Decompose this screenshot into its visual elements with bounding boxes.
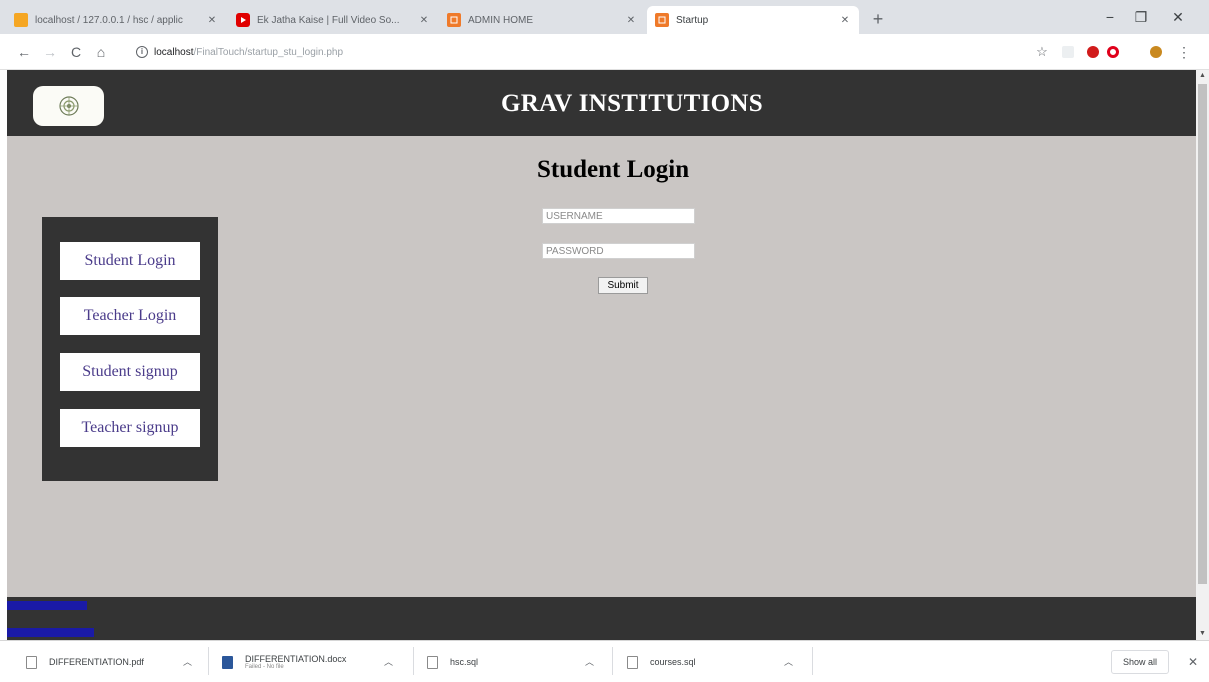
divider [208,647,209,675]
download-filename: courses.sql [650,657,696,667]
minimize-button[interactable]: − [1095,6,1125,28]
footer-link[interactable] [7,601,87,610]
adblock-extension-icon[interactable] [1087,46,1099,58]
sidebar-item-student-login[interactable]: Student Login [60,242,200,280]
tab-title: Startup [676,14,709,26]
sidebar-nav: Student Login Teacher Login Student sign… [42,217,218,481]
browser-tab-admin-home[interactable]: ADMIN HOME ✕ [439,6,645,34]
chevron-up-icon[interactable]: ︿ [384,649,393,675]
browser-tab-youtube[interactable]: Ek Jatha Kaise | Full Video So... ✕ [228,6,438,34]
profile-avatar[interactable] [1150,46,1162,58]
maximize-button[interactable]: ❐ [1126,6,1156,28]
download-filename: DIFFERENTIATION.pdf [49,657,144,667]
download-info: DIFFERENTIATION.docx Failed - No file [245,654,346,670]
phpmyadmin-favicon-icon [14,13,28,27]
download-item[interactable]: courses.sql ︿ [627,649,812,675]
tab-strip: localhost / 127.0.0.1 / hsc / applic ✕ E… [0,0,1209,34]
youtube-favicon-icon [236,13,250,27]
forward-button[interactable]: → [40,42,60,62]
download-item[interactable]: DIFFERENTIATION.pdf ︿ [26,649,206,675]
download-item[interactable]: hsc.sql ︿ [427,649,612,675]
divider [413,647,414,675]
chevron-up-icon[interactable]: ︿ [784,649,793,675]
tab-title: Ek Jatha Kaise | Full Video So... [257,14,400,26]
tab-close-icon[interactable]: ✕ [418,15,430,26]
download-filename: DIFFERENTIATION.docx [245,654,347,664]
tab-close-icon[interactable]: ✕ [206,15,218,26]
download-status: Failed - No file [245,664,284,670]
footer-link[interactable] [7,628,94,637]
tab-title: localhost / 127.0.0.1 / hsc / applic [35,14,183,26]
browser-tab-phpmyadmin[interactable]: localhost / 127.0.0.1 / hsc / applic ✕ [6,6,226,34]
close-icon[interactable]: ✕ [1185,650,1201,674]
word-file-icon [222,655,233,669]
info-icon[interactable]: i [136,46,148,58]
address-bar[interactable]: i localhost /FinalTouch/startup_stu_logi… [136,40,1016,64]
new-tab-button[interactable]: + [868,9,888,29]
chevron-up-icon[interactable]: ︿ [183,649,192,675]
tab-title: ADMIN HOME [468,14,533,26]
file-icon [427,655,438,669]
scrollbar-thumb[interactable] [1198,84,1207,584]
sidebar-item-teacher-login[interactable]: Teacher Login [60,297,200,335]
pdf-file-icon [26,655,37,669]
scroll-up-icon[interactable]: ▲ [1196,70,1209,82]
tab-close-icon[interactable]: ✕ [625,15,637,26]
home-button[interactable]: ⌂ [91,42,111,62]
divider [612,647,613,675]
bookmark-star-icon[interactable]: ☆ [1032,42,1052,62]
site-header: GRAV INSTITUTIONS [7,70,1196,136]
username-input[interactable] [542,208,695,224]
show-all-button[interactable]: Show all [1111,650,1169,674]
browser-tab-startup[interactable]: Startup ✕ [647,6,859,34]
site-footer [7,597,1196,640]
chevron-up-icon[interactable]: ︿ [585,649,594,675]
extension-icon[interactable] [1062,46,1074,58]
opera-extension-icon[interactable] [1107,46,1119,58]
password-input[interactable] [542,243,695,259]
address-path: /FinalTouch/startup_stu_login.php [193,46,344,58]
browser-toolbar: ← → C ⌂ i localhost /FinalTouch/startup_… [0,34,1209,70]
site-title: GRAV INSTITUTIONS [501,90,763,117]
window-close-button[interactable]: ✕ [1163,6,1193,28]
reload-button[interactable]: C [66,42,86,62]
tab-close-icon[interactable]: ✕ [839,15,851,26]
scroll-down-icon[interactable]: ▼ [1196,628,1209,640]
address-host: localhost [154,46,194,58]
submit-button[interactable]: Submit [598,277,648,294]
page-favicon-icon [447,13,461,27]
page-scrollbar[interactable]: ▲ ▼ [1196,70,1209,640]
back-button[interactable]: ← [14,42,34,62]
sidebar-item-student-signup[interactable]: Student signup [60,353,200,391]
page-viewport: GRAV INSTITUTIONS Student Login Teacher … [7,70,1196,640]
downloads-shelf: DIFFERENTIATION.pdf ︿ DIFFERENTIATION.do… [0,640,1209,682]
download-item[interactable]: DIFFERENTIATION.docx Failed - No file ︿ [222,649,412,675]
browser-menu-icon[interactable]: ⋮ [1174,42,1194,62]
login-heading: Student Login [537,156,690,183]
divider [812,647,813,675]
page-favicon-icon [655,13,669,27]
sidebar-item-teacher-signup[interactable]: Teacher signup [60,409,200,447]
file-icon [627,655,638,669]
download-filename: hsc.sql [450,657,479,667]
